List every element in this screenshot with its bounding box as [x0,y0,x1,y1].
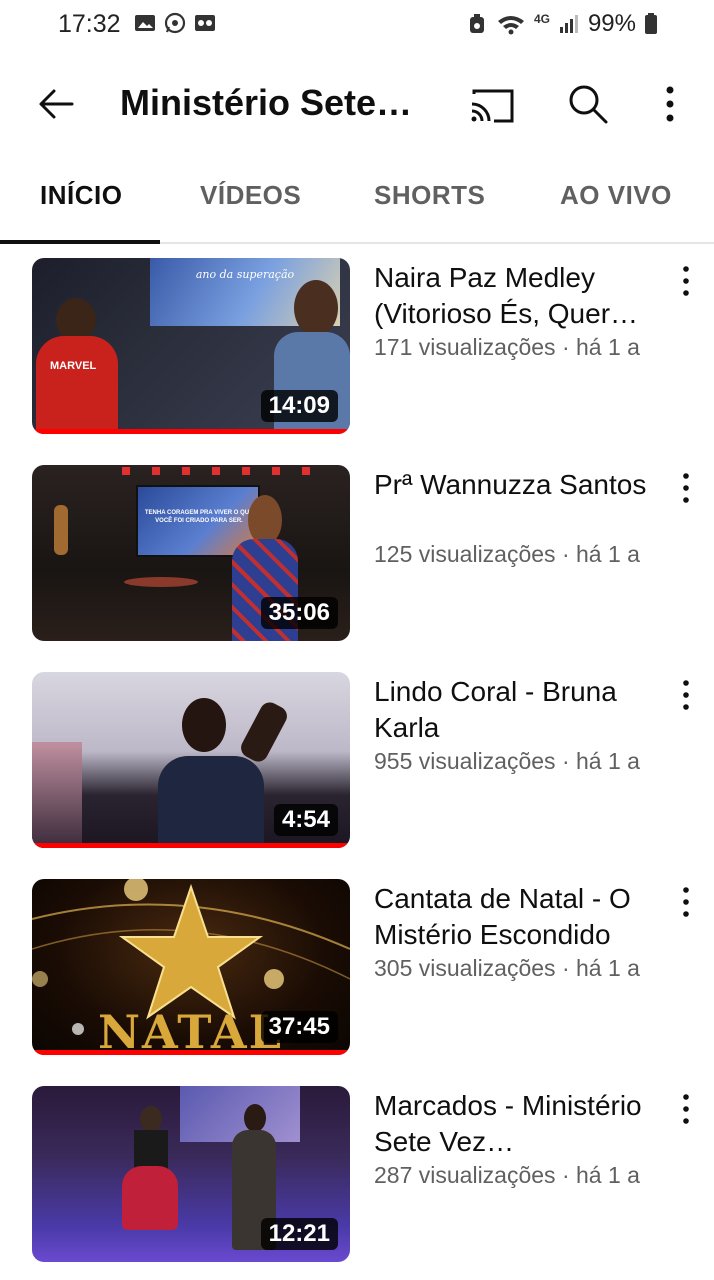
channel-title: Ministério Sete… [120,82,413,123]
network-type-label: 4G [533,12,550,26]
stage-table [124,577,198,587]
video-duration: 37:45 [260,1011,338,1043]
video-duration: 12:21 [260,1218,338,1250]
watch-progress-bar [32,843,350,848]
tab-videos[interactable]: VÍDEOS [200,180,301,211]
cast-icon[interactable] [466,80,518,132]
video-metadata: 287 visualizações · há 1 a [374,1162,640,1188]
video-thumbnail[interactable]: ano da superação MARVEL 14:09 [32,258,350,434]
video-list-item[interactable]: TENHA CORAGEM PRA VIVER O QUE VOCÊ FOI C… [0,465,714,645]
video-list-item[interactable]: ano da superação MARVEL 14:09 Naira Paz … [0,258,714,438]
thumbnail-natal-text: NATAL [98,1005,283,1055]
video-more-icon[interactable] [672,262,700,302]
battery-icon [645,13,657,34]
active-tab-indicator [0,240,160,244]
video-title[interactable]: Marcados - Ministério Sete Vez… [374,1088,654,1160]
tab-ao-vivo[interactable]: AO VIVO [560,180,672,211]
band-member-left [32,742,82,848]
tab-shorts[interactable]: SHORTS [374,180,485,211]
more-vert-icon[interactable] [648,78,692,130]
video-list-item[interactable]: NATAL 37:45 Cantata de Natal - O Mistéri… [0,879,714,1059]
status-bar: 17:32 4G 99% [0,0,714,52]
video-metadata: 955 visualizações · há 1 a [374,748,640,774]
video-thumbnail[interactable]: TENHA CORAGEM PRA VIVER O QUE VOCÊ FOI C… [32,465,350,641]
video-duration: 14:09 [260,390,338,422]
video-metadata: 171 visualizações · há 1 a [374,334,640,360]
wifi-icon [497,16,524,35]
video-thumbnail[interactable]: NATAL 37:45 [32,879,350,1055]
alarm-icon [469,14,484,33]
person-singer [154,696,291,848]
watch-progress-bar [32,429,350,434]
app-header: Ministério Sete… [0,60,714,144]
video-thumbnail[interactable]: 4:54 [32,672,350,848]
video-title[interactable]: Lindo Coral - Bruna Karla [374,674,654,746]
video-duration: 35:06 [260,597,338,629]
search-icon[interactable] [562,78,614,130]
video-more-icon[interactable] [672,1090,700,1130]
stage-lights [122,467,322,475]
signal-icon [559,15,578,33]
video-duration: 4:54 [273,804,338,836]
guitar [54,505,68,555]
video-more-icon[interactable] [672,883,700,923]
video-list-item[interactable]: 4:54 Lindo Coral - Bruna Karla 955 visua… [0,672,714,852]
status-time: 17:32 [58,10,121,38]
image-icon [135,15,155,31]
voicemail-icon [195,15,215,31]
whatsapp-icon [164,12,186,34]
watch-progress-bar [32,1050,350,1055]
channel-tabs: INÍCIO VÍDEOS SHORTS AO VIVO [0,160,714,244]
back-arrow-icon[interactable] [30,78,82,130]
battery-percent: 99% [587,10,636,37]
video-title[interactable]: Prª Wannuzza Santos [374,467,654,503]
video-more-icon[interactable] [672,469,700,509]
video-title[interactable]: Naira Paz Medley (Vitorioso És, Quer… [374,260,654,332]
video-title[interactable]: Cantata de Natal - O Mistério Escondido [374,881,654,953]
video-metadata: 305 visualizações · há 1 a [374,955,640,981]
video-list-item[interactable]: 12:21 Marcados - Ministério Sete Vez… 28… [0,1086,714,1266]
tab-inicio[interactable]: INÍCIO [40,180,122,211]
video-metadata: 125 visualizações · há 1 a [374,541,640,567]
video-thumbnail[interactable]: 12:21 [32,1086,350,1262]
video-more-icon[interactable] [672,676,700,716]
person-left: MARVEL [32,298,122,434]
dancer-red-skirt [122,1106,178,1246]
